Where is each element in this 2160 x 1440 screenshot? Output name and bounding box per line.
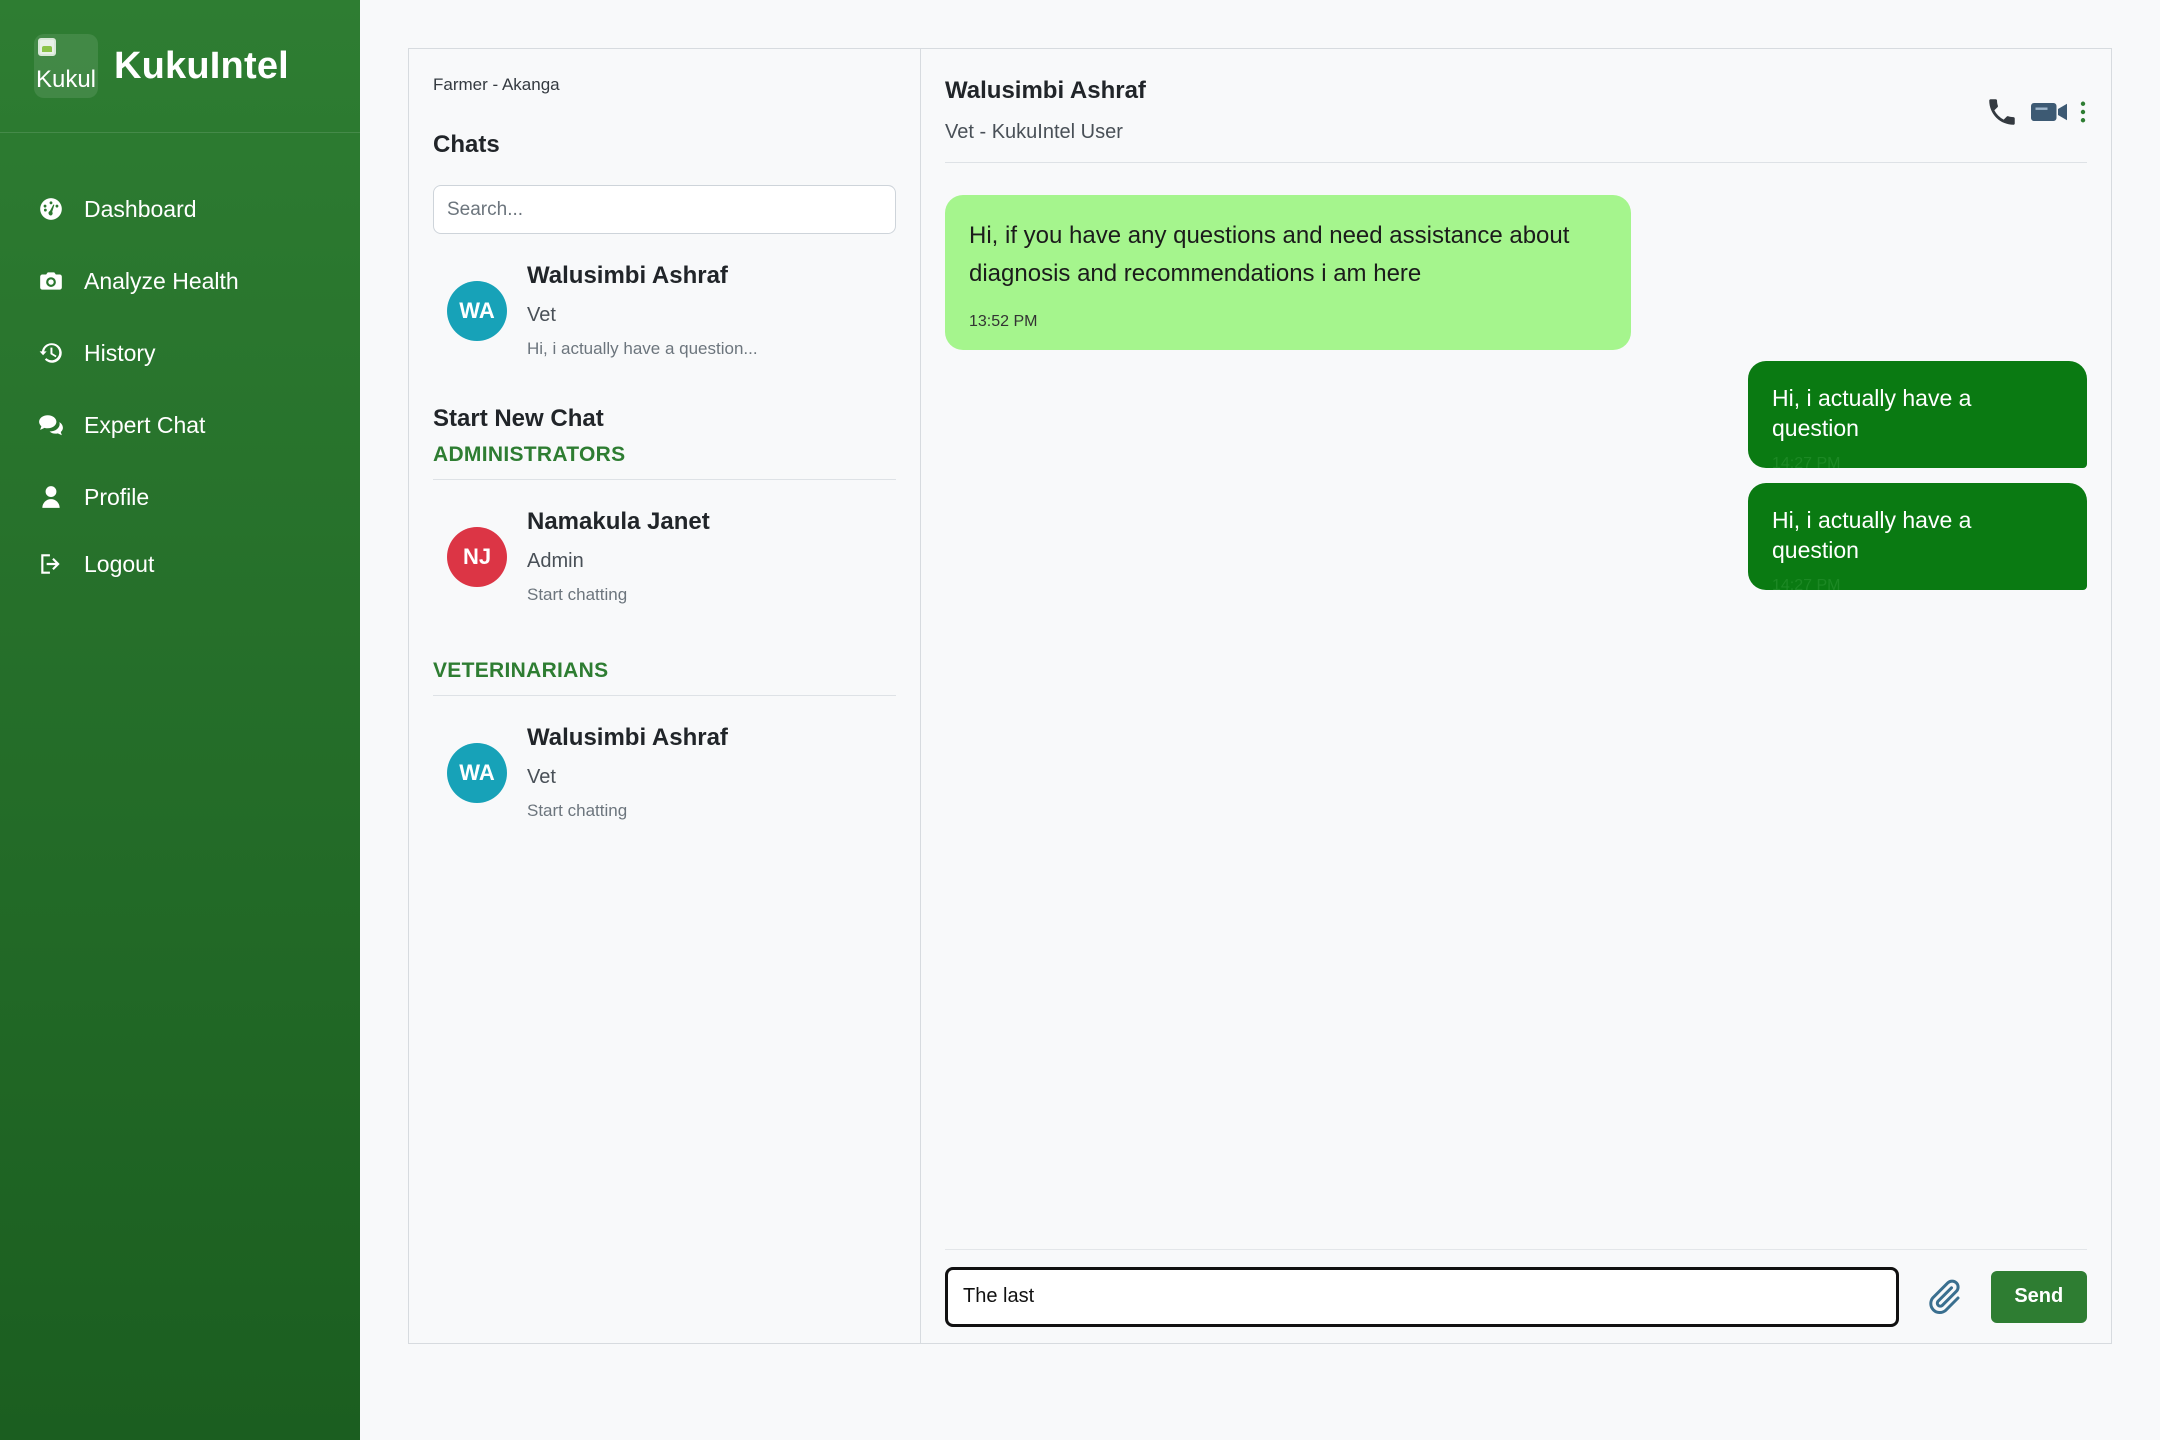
contact-item[interactable]: NJ Namakula Janet Admin Start chatting: [433, 496, 896, 617]
sidebar-nav: Dashboard Analyze Health History Expert …: [0, 173, 360, 595]
sidebar-item-profile[interactable]: Profile: [0, 461, 360, 533]
message-text: Hi, i actually have a question: [1772, 507, 1972, 563]
conversation-actions: [1985, 95, 2087, 129]
message-sent: Hi, i actually have a question 14:27 PM: [1748, 361, 2087, 472]
contact-hint: Start chatting: [527, 801, 628, 820]
sidebar-item-analyze-health[interactable]: Analyze Health: [0, 245, 360, 317]
contact-item[interactable]: WA Walusimbi Ashraf Vet Start chatting: [433, 712, 896, 833]
conversation: Walusimbi Ashraf Vet - KukuIntel User Hi…: [921, 49, 2111, 1343]
search-input[interactable]: [433, 185, 896, 234]
video-camera-icon[interactable]: [2031, 97, 2067, 127]
sidebar-item-expert-chat[interactable]: Expert Chat: [0, 389, 360, 461]
sidebar-item-label: Dashboard: [84, 195, 197, 222]
message-preview: Hi, i actually have a question...: [527, 339, 758, 358]
brand: Kukul KukuIntel: [0, 0, 360, 133]
conversation-item[interactable]: WA Walusimbi Ashraf Vet Hi, i actually h…: [433, 250, 896, 371]
sidebar: Kukul KukuIntel Dashboard Analyze Health…: [0, 0, 360, 1440]
section-label-administrators: ADMINISTRATORS: [433, 443, 896, 480]
conversation-subtitle: Vet - KukuIntel User: [945, 121, 1123, 143]
message-input[interactable]: [945, 1266, 1899, 1327]
dashboard-icon: [36, 194, 66, 224]
history-icon: [36, 338, 66, 368]
message-text: Hi, if you have any questions and need a…: [969, 222, 1570, 287]
chat-icon: [36, 410, 66, 440]
message-time: 13:52 PM: [969, 313, 1038, 330]
current-user-label: Farmer - Akanga: [433, 75, 560, 94]
send-button[interactable]: Send: [1990, 1270, 2087, 1323]
avatar: WA: [447, 280, 507, 341]
contact-role: Admin: [527, 550, 584, 572]
brand-name: KukuIntel: [114, 44, 289, 87]
chat-panel: Farmer - Akanga Chats WA Walusimbi Ashra…: [408, 48, 2112, 1344]
user-icon: [36, 482, 66, 512]
contact-name: Walusimbi Ashraf: [527, 724, 728, 751]
contact-hint: Start chatting: [527, 585, 628, 604]
contact-role: Vet: [527, 766, 556, 788]
sidebar-item-history[interactable]: History: [0, 317, 360, 389]
start-new-chat-heading: Start New Chat: [433, 405, 604, 432]
contact-role: Vet: [527, 304, 556, 326]
sidebar-item-label: History: [84, 339, 156, 366]
message-sent: Hi, i actually have a question 14:27 PM: [1748, 483, 2087, 594]
sidebar-item-label: Analyze Health: [84, 267, 239, 294]
broken-image-icon: [38, 38, 56, 56]
sidebar-item-dashboard[interactable]: Dashboard: [0, 173, 360, 245]
section-label-veterinarians: VETERINARIANS: [433, 659, 896, 696]
conversation-header: Walusimbi Ashraf Vet - KukuIntel User: [945, 49, 2087, 163]
message-time: 14:27 PM: [1772, 455, 1841, 472]
phone-icon[interactable]: [1985, 95, 2019, 129]
message-text: Hi, i actually have a question: [1772, 385, 1972, 441]
sidebar-item-label: Logout: [84, 550, 155, 577]
more-options-icon[interactable]: [2079, 101, 2087, 123]
conversation-name: Walusimbi Ashraf: [945, 77, 1146, 104]
contact-name: Namakula Janet: [527, 508, 710, 535]
logout-icon: [36, 549, 66, 579]
brand-logo-alt: Kukul: [35, 66, 97, 93]
contact-name: Walusimbi Ashraf: [527, 262, 728, 289]
sidebar-item-label: Profile: [84, 483, 150, 510]
message-time: 14:27 PM: [1772, 577, 1841, 594]
message-composer: Send: [945, 1249, 2087, 1343]
message-received: Hi, if you have any questions and need a…: [945, 195, 1631, 350]
paperclip-icon[interactable]: [1919, 1277, 1969, 1317]
avatar: NJ: [447, 526, 507, 587]
sidebar-item-logout[interactable]: Logout: [0, 533, 360, 595]
chats-heading: Chats: [433, 131, 500, 158]
avatar: WA: [447, 742, 507, 803]
brand-logo: Kukul: [34, 34, 98, 98]
sidebar-item-label: Expert Chat: [84, 411, 206, 438]
camera-icon: [36, 266, 66, 296]
chat-list: Farmer - Akanga Chats WA Walusimbi Ashra…: [409, 49, 921, 1343]
